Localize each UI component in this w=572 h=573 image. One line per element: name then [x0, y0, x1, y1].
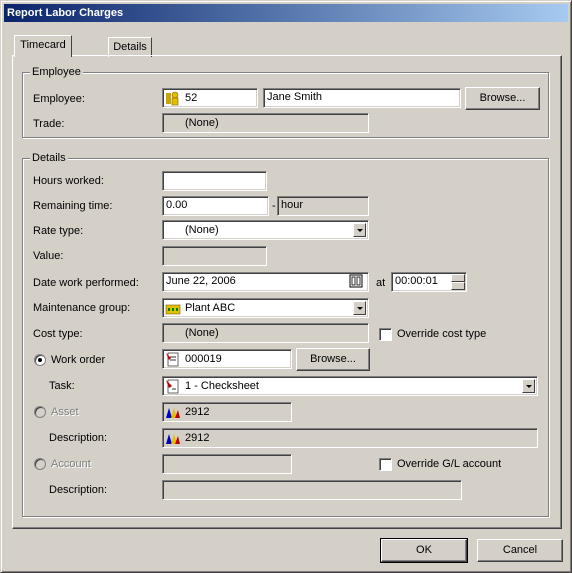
asset-description-label: Description:: [49, 432, 108, 444]
rate-type-chevron-down-icon[interactable]: [353, 223, 366, 237]
rate-type-label: Rate type:: [33, 225, 84, 237]
cost-type-label: Cost type:: [33, 328, 83, 340]
account-description-field: [162, 480, 462, 500]
task-label: Task:: [49, 380, 75, 392]
radio-dot: [38, 358, 42, 362]
remaining-unit-field: hour: [277, 196, 369, 216]
details-group-title: Details: [30, 152, 68, 165]
maintenance-group-value: Plant ABC: [185, 302, 236, 314]
value-label: Value:: [33, 250, 64, 262]
hours-worked-label: Hours worked:: [33, 175, 104, 187]
employee-label: Employee:: [33, 93, 85, 105]
work-order-value: 000019: [185, 353, 222, 365]
asset-value: 2912: [185, 406, 210, 418]
asset-description-value: 2912: [185, 432, 210, 444]
asset-icon: [166, 434, 180, 444]
task-icon: [166, 379, 179, 394]
task-chevron-down-icon[interactable]: [522, 379, 535, 393]
task-dropdown[interactable]: 1 - Checksheet: [162, 376, 538, 396]
employee-icon: [166, 91, 179, 106]
trade-label: Trade:: [33, 118, 65, 130]
maintenance-group-chevron-down-icon[interactable]: [353, 301, 366, 315]
remaining-time-value: 0.00: [166, 199, 188, 211]
date-work-field[interactable]: June 22, 2006: [162, 272, 369, 292]
cost-type-field: (None): [162, 323, 369, 343]
remaining-time-field[interactable]: 0.00: [162, 196, 269, 216]
work-order-browse-button[interactable]: Browse...: [296, 348, 370, 371]
employee-id-value: 52: [185, 92, 198, 104]
asset-icon: [166, 408, 180, 418]
time-spinner[interactable]: [451, 274, 465, 290]
remaining-time-label: Remaining time:: [33, 200, 113, 212]
hours-worked-input[interactable]: [162, 171, 267, 191]
override-cost-type-checkbox[interactable]: [379, 328, 392, 341]
value-field: [162, 246, 267, 266]
tab-details[interactable]: Details: [108, 37, 152, 57]
remaining-unit-value: hour: [281, 199, 304, 211]
account-label: Account: [51, 458, 91, 470]
group-icon: [165, 304, 181, 315]
asset-description-field: 2912: [162, 428, 538, 448]
cost-type-value: (None): [185, 327, 219, 339]
work-order-label: Work order: [51, 354, 106, 366]
override-gl-account-checkbox[interactable]: [379, 458, 392, 471]
account-radio[interactable]: [34, 458, 46, 470]
date-work-value: June 22, 2006: [166, 275, 236, 287]
rate-type-value: (None): [185, 224, 219, 236]
time-value: 00:00:01: [395, 275, 438, 287]
trade-value: (None): [185, 117, 219, 129]
override-gl-account-label: Override G/L account: [397, 458, 502, 470]
asset-radio[interactable]: [34, 406, 46, 418]
spin-up-icon[interactable]: [451, 274, 465, 282]
employee-name-field[interactable]: Jane Smith: [263, 88, 461, 108]
date-work-label: Date work performed:: [33, 277, 139, 289]
time-field[interactable]: 00:00:01: [391, 272, 467, 292]
asset-field: 2912: [162, 402, 292, 422]
work-order-icon: [166, 352, 179, 367]
tab-timecard[interactable]: Timecard: [14, 35, 72, 57]
spin-down-icon[interactable]: [451, 282, 465, 290]
employee-name-value: Jane Smith: [267, 91, 323, 103]
asset-label: Asset: [51, 406, 79, 418]
cancel-button[interactable]: Cancel: [477, 539, 563, 562]
calendar-icon[interactable]: [349, 274, 363, 288]
account-field: [162, 454, 292, 474]
remaining-separator: -: [272, 200, 276, 212]
rate-type-dropdown[interactable]: (None): [162, 220, 369, 240]
employee-browse-button[interactable]: Browse...: [465, 87, 540, 110]
trade-field[interactable]: (None): [162, 113, 369, 133]
maintenance-group-label: Maintenance group:: [33, 302, 131, 314]
dialog-title: Report Labor Charges: [4, 4, 568, 22]
override-cost-type-label: Override cost type: [397, 328, 487, 340]
at-label: at: [376, 277, 386, 289]
report-labor-charges-dialog: Report Labor Charges Details Timecard Em…: [0, 0, 572, 573]
work-order-field[interactable]: 000019: [162, 349, 292, 369]
work-order-radio[interactable]: [34, 354, 46, 366]
employee-id-field[interactable]: 52: [162, 88, 258, 108]
task-value: 1 - Checksheet: [185, 380, 259, 392]
employee-group-title: Employee: [30, 66, 83, 79]
ok-button[interactable]: OK: [380, 538, 468, 563]
account-description-label: Description:: [49, 484, 108, 496]
maintenance-group-dropdown[interactable]: Plant ABC: [162, 298, 369, 318]
